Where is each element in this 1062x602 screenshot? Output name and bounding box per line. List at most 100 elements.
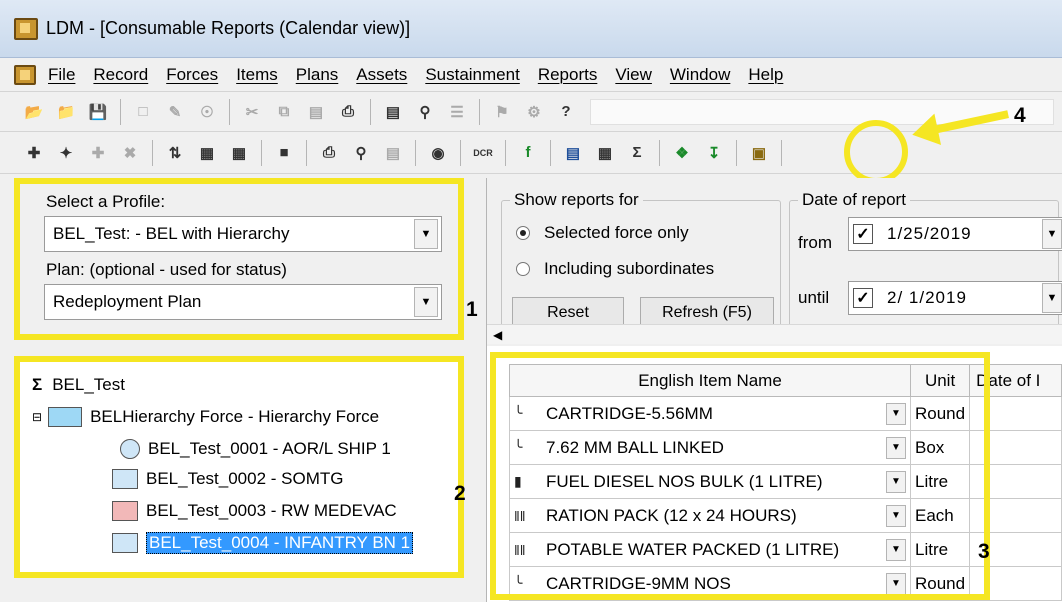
reset-button[interactable]: Reset	[512, 297, 624, 327]
chevron-down-icon[interactable]: ▼	[886, 470, 906, 493]
app-menu-icon[interactable]	[14, 64, 36, 85]
refresh-button[interactable]: Refresh (F5)	[640, 297, 774, 327]
menu-items[interactable]: Items	[236, 65, 278, 85]
chevron-down-icon[interactable]: ▼	[1042, 219, 1062, 249]
badge-icon[interactable]: ☉	[195, 100, 219, 124]
settings-icon[interactable]: ⚙	[522, 100, 546, 124]
chevron-down-icon[interactable]: ▼	[886, 504, 906, 527]
radio-selected-force[interactable]: Selected force only	[516, 223, 689, 243]
date-cell[interactable]	[969, 566, 1062, 601]
chevron-down-icon[interactable]: ▼	[886, 572, 906, 595]
tree-root[interactable]: Σ BEL_Test	[32, 370, 125, 400]
date-cell[interactable]	[969, 498, 1062, 533]
menu-assets[interactable]: Assets	[356, 65, 407, 85]
download-icon[interactable]: ↧	[702, 141, 726, 165]
toolbar-separator	[736, 139, 737, 166]
chart-icon[interactable]: ▦	[195, 141, 219, 165]
radio-selected-force-label: Selected force only	[544, 223, 689, 242]
cut-icon[interactable]: ✂	[240, 100, 264, 124]
until-row: until ✓ 2/ 1/2019 ▼	[798, 281, 1062, 315]
calendar-view-icon[interactable]: ▤	[561, 141, 585, 165]
menu-view[interactable]: View	[615, 65, 652, 85]
menu-forces[interactable]: Forces	[166, 65, 218, 85]
table-row[interactable]: ╰ 7.62 MM BALL LINKED ▼ Box	[509, 430, 1062, 465]
until-date-picker[interactable]: ✓ 2/ 1/2019 ▼	[848, 281, 1062, 315]
cartridge-icon: ╰	[514, 405, 523, 421]
menu-sustainment[interactable]: Sustainment	[425, 65, 520, 85]
check-icon[interactable]: ✓	[853, 224, 873, 244]
copy-icon[interactable]: ⧉	[272, 100, 296, 124]
tree-unit[interactable]: BEL_Test_0001 - AOR/L SHIP 1	[120, 434, 391, 464]
add-star-icon[interactable]: ✦	[54, 141, 78, 165]
menu-help[interactable]: Help	[748, 65, 783, 85]
radio-on-icon[interactable]	[516, 226, 530, 240]
menu-record[interactable]: Record	[93, 65, 148, 85]
tree-unit[interactable]: BEL_Test_0003 - RW MEDEVAC	[112, 496, 397, 526]
grid-view-icon[interactable]: ▦	[593, 141, 617, 165]
flag-icon[interactable]: ⚑	[490, 100, 514, 124]
lock-icon[interactable]: ■	[272, 141, 296, 165]
chevron-down-icon[interactable]: ▼	[414, 219, 438, 249]
expand-icon[interactable]: ❖	[670, 141, 694, 165]
table-row[interactable]: ╰ CARTRIDGE-5.56MM ▼ Round	[509, 396, 1062, 431]
table-row[interactable]: ‖‖ RATION PACK (12 x 24 HOURS) ▼ Each	[509, 498, 1062, 533]
paste-icon[interactable]: ▤	[304, 100, 328, 124]
sum-icon[interactable]: Σ	[625, 141, 649, 165]
binoculars-icon[interactable]: ◉	[426, 141, 450, 165]
print-icon[interactable]: ⎙	[317, 141, 341, 165]
save-icon[interactable]: 💾	[86, 100, 110, 124]
menu-reports[interactable]: Reports	[538, 65, 598, 85]
radio-off-icon[interactable]	[516, 262, 530, 276]
column-header-item-name[interactable]: English Item Name	[509, 364, 911, 397]
search-icon[interactable]: ⚲	[413, 100, 437, 124]
remove-disabled-icon[interactable]: ✖	[118, 141, 142, 165]
list-icon[interactable]: ☰	[445, 100, 469, 124]
chevron-down-icon[interactable]: ▼	[886, 402, 906, 425]
building-icon[interactable]: ▦	[227, 141, 251, 165]
new-icon[interactable]: □	[131, 100, 155, 124]
edit-icon[interactable]: ✎	[163, 100, 187, 124]
tree-unit-selected[interactable]: BEL_Test_0004 - INFANTRY BN 1	[112, 528, 414, 558]
date-cell[interactable]	[969, 464, 1062, 499]
dcr-icon[interactable]: DCR	[471, 141, 495, 165]
menu-window[interactable]: Window	[670, 65, 730, 85]
add-disabled-icon[interactable]: ✚	[86, 141, 110, 165]
chevron-down-icon[interactable]: ▼	[886, 436, 906, 459]
check-icon[interactable]: ✓	[853, 288, 873, 308]
print-preview-icon[interactable]: ⚲	[349, 141, 373, 165]
from-date-picker[interactable]: ✓ 1/25/2019 ▼	[848, 217, 1062, 251]
open-icon[interactable]: 📂	[22, 100, 46, 124]
column-header-unit[interactable]: Unit	[909, 364, 971, 397]
function-icon[interactable]: f	[516, 141, 540, 165]
date-cell[interactable]	[969, 430, 1062, 465]
radio-including-subordinates[interactable]: Including subordinates	[516, 259, 714, 279]
book-icon[interactable]: ▣	[747, 141, 771, 165]
chevron-down-icon[interactable]: ▼	[886, 538, 906, 561]
from-date-value: 1/25/2019	[887, 224, 972, 243]
collapse-icon[interactable]: ⊟	[32, 410, 42, 424]
date-cell[interactable]	[969, 396, 1062, 431]
sort-icon[interactable]: ⇅	[163, 141, 187, 165]
profile-select[interactable]: BEL_Test: - BEL with Hierarchy ▼	[44, 216, 442, 252]
print-icon[interactable]: ⎙	[336, 100, 360, 124]
help-icon[interactable]: ?	[554, 100, 578, 124]
menu-file[interactable]: File	[48, 65, 75, 85]
plan-select[interactable]: Redeployment Plan ▼	[44, 284, 442, 320]
export-icon[interactable]: ▤	[381, 141, 405, 165]
table-row[interactable]: ▮ FUEL DIESEL NOS BULK (1 LITRE) ▼ Litre	[509, 464, 1062, 499]
profile-label: Select a Profile:	[46, 192, 166, 211]
menu-bar: File Record Forces Items Plans Assets Su…	[0, 58, 1062, 92]
tree-unit[interactable]: BEL_Test_0002 - SOMTG	[112, 464, 343, 494]
horizontal-scrollbar[interactable]: ◀	[487, 324, 1062, 344]
table-row[interactable]: ╰ CARTRIDGE-9MM NOS ▼ Round	[509, 566, 1062, 601]
menu-plans[interactable]: Plans	[296, 65, 339, 85]
toolbar-separator	[306, 139, 307, 166]
chevron-down-icon[interactable]: ▼	[414, 287, 438, 317]
open-folder-icon[interactable]: 📁	[54, 100, 78, 124]
column-header-date[interactable]: Date of I	[969, 364, 1062, 397]
tree-force[interactable]: ⊟ BELHierarchy Force - Hierarchy Force	[32, 402, 379, 432]
chevron-down-icon[interactable]: ▼	[1042, 283, 1062, 313]
add-record-icon[interactable]: ✚	[22, 141, 46, 165]
details-icon[interactable]: ▤	[381, 100, 405, 124]
callout-3: 3	[978, 540, 990, 563]
